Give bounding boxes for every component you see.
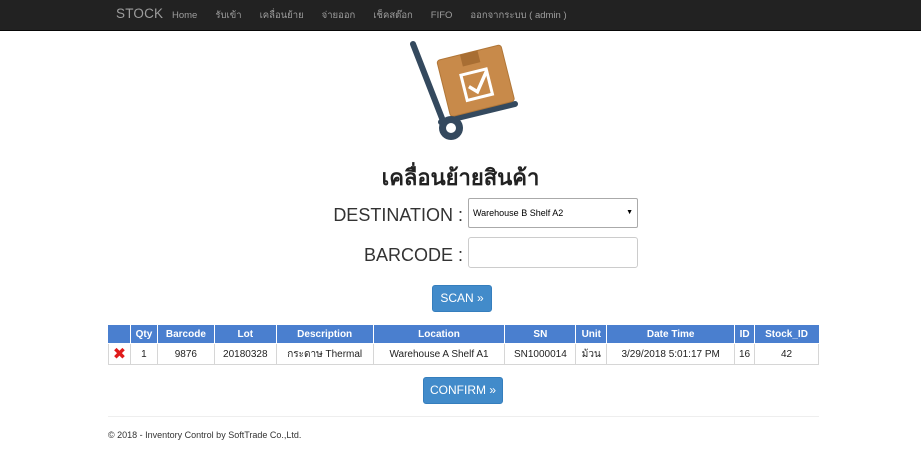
nav-item-fifo[interactable]: FIFO bbox=[431, 0, 462, 31]
col-header-action bbox=[108, 325, 131, 344]
destination-label: DESTINATION : bbox=[333, 205, 463, 225]
nav-menu: Home รับเข้า เคลื่อนย้าย จ่ายออก เช็คสต๊… bbox=[172, 0, 585, 31]
caret-down-icon: ▼ bbox=[626, 209, 633, 216]
nav-item-receive[interactable]: รับเข้า bbox=[215, 0, 250, 31]
footer-copyright: © 2018 - Inventory Control by SoftTrade … bbox=[108, 430, 302, 440]
cell-datetime: 3/29/2018 5:01:17 PM bbox=[606, 343, 736, 365]
hand-truck-box-check-icon bbox=[410, 41, 518, 140]
scan-button[interactable]: SCAN » bbox=[432, 285, 492, 312]
nav-item-home[interactable]: Home bbox=[172, 0, 206, 31]
col-header-barcode: Barcode bbox=[156, 325, 215, 344]
col-header-id: ID bbox=[734, 325, 756, 344]
col-header-stock-id: Stock_ID bbox=[754, 325, 819, 344]
cell-description: กระดาษ Thermal bbox=[275, 343, 374, 365]
nav-item-move[interactable]: เคลื่อนย้าย bbox=[260, 0, 313, 31]
col-header-datetime: Date Time bbox=[606, 325, 736, 344]
table-header-row: Qty Barcode Lot Description Location SN … bbox=[108, 325, 819, 344]
col-header-lot: Lot bbox=[213, 325, 277, 344]
nav-item-logout[interactable]: ออกจากระบบ ( admin ) bbox=[470, 0, 575, 31]
delete-x-icon[interactable]: ✖ bbox=[113, 346, 126, 363]
items-table: Qty Barcode Lot Description Location SN … bbox=[108, 325, 819, 365]
top-navbar: STOCK Home รับเข้า เคลื่อนย้าย จ่ายออก เ… bbox=[0, 0, 921, 31]
delete-cell: ✖ bbox=[108, 343, 131, 365]
destination-select[interactable]: Warehouse B Shelf A2 ▼ bbox=[468, 198, 638, 228]
brand-link[interactable]: STOCK bbox=[116, 6, 163, 21]
footer-divider bbox=[108, 416, 819, 417]
col-header-unit: Unit bbox=[575, 325, 608, 344]
col-header-qty: Qty bbox=[129, 325, 158, 344]
cell-id: 16 bbox=[734, 343, 756, 365]
cell-location: Warehouse A Shelf A1 bbox=[372, 343, 506, 365]
cell-qty: 1 bbox=[129, 343, 158, 365]
page-title: เคลื่อนย้ายสินค้า bbox=[381, 165, 540, 190]
nav-item-check-stock[interactable]: เช็คสต๊อก bbox=[373, 0, 421, 31]
barcode-label: BARCODE : bbox=[363, 245, 463, 265]
cell-lot: 20180328 bbox=[213, 343, 277, 365]
nav-item-issue[interactable]: จ่ายออก bbox=[322, 0, 365, 31]
cell-stock-id: 42 bbox=[754, 343, 819, 365]
destination-selected-value: Warehouse B Shelf A2 bbox=[473, 208, 564, 218]
col-header-sn: SN bbox=[504, 325, 577, 344]
cell-barcode: 9876 bbox=[156, 343, 215, 365]
cell-unit: ม้วน bbox=[575, 343, 608, 365]
col-header-description: Description bbox=[275, 325, 374, 344]
confirm-button[interactable]: CONFIRM » bbox=[423, 377, 503, 404]
col-header-location: Location bbox=[372, 325, 506, 344]
cell-sn: SN1000014 bbox=[504, 343, 577, 365]
table-row: ✖ 1 9876 20180328 กระดาษ Thermal Warehou… bbox=[108, 343, 819, 365]
barcode-input[interactable] bbox=[468, 237, 638, 268]
